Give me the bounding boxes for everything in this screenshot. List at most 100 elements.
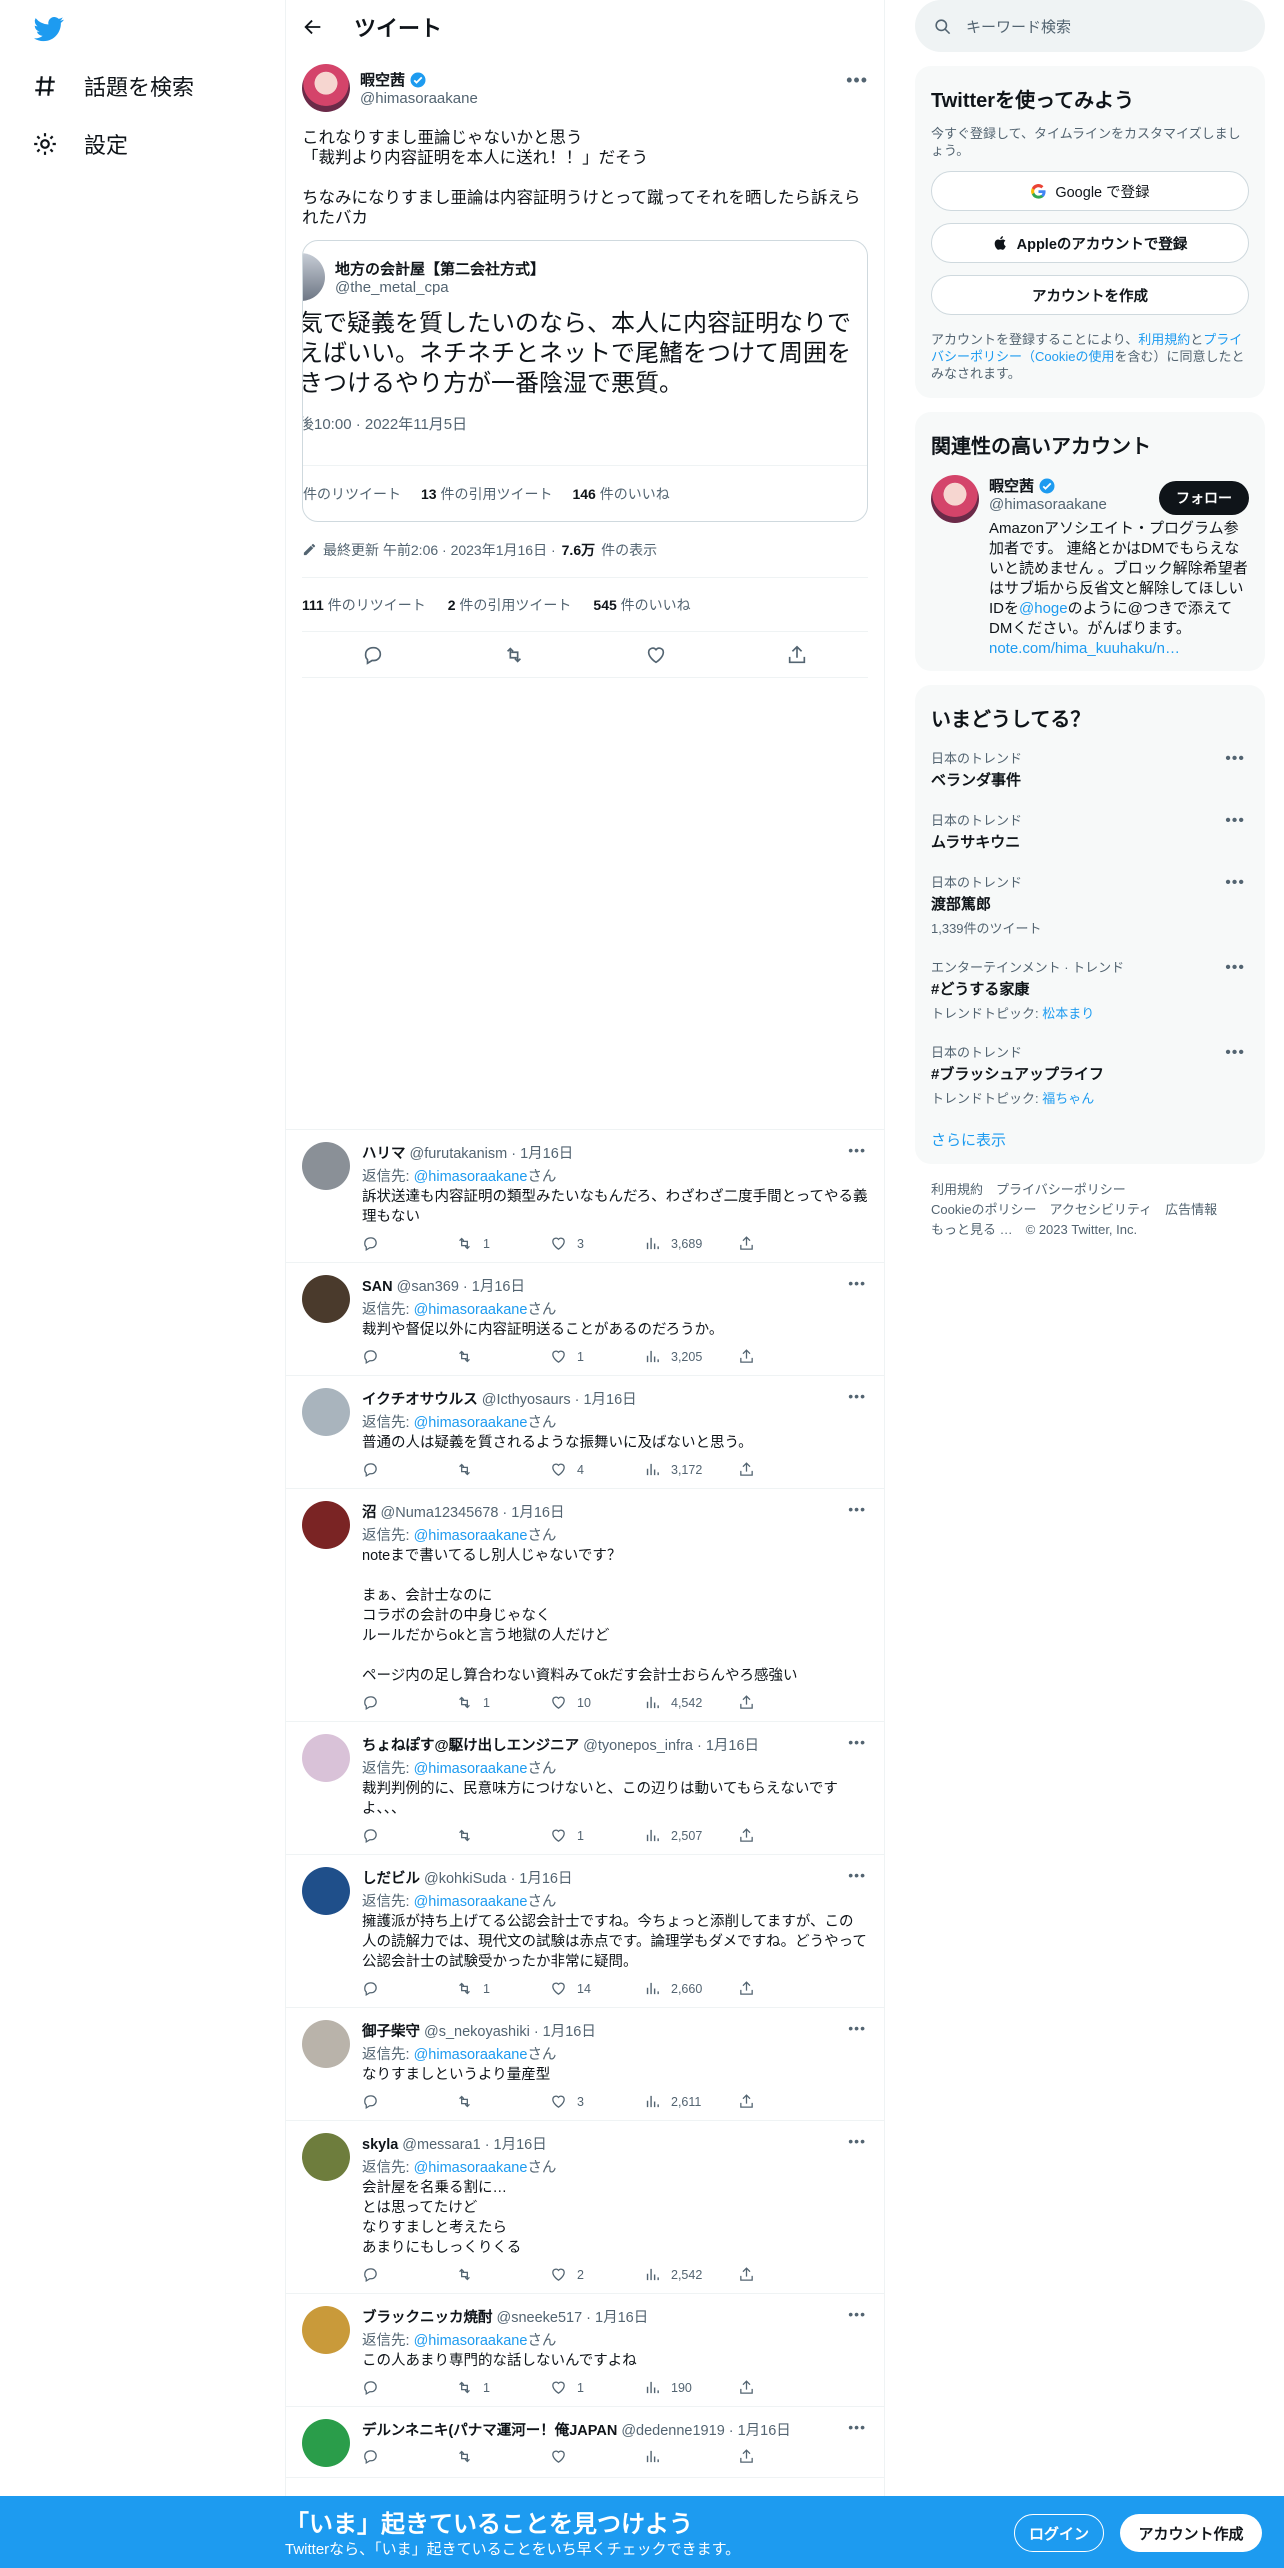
search-input[interactable]: キーワード検索: [966, 16, 1071, 37]
trend-item[interactable]: 日本のトレンド 渡部篤郎 1,339件のツイート •••: [931, 862, 1249, 947]
reply-author-handle[interactable]: @tyonepos_infra: [583, 1738, 693, 1754]
reply-button[interactable]: [362, 1348, 456, 1365]
reply-button[interactable]: [362, 2093, 456, 2110]
reply-to-handle-link[interactable]: @himasoraakane: [414, 2047, 528, 2063]
views-button[interactable]: 2,542: [644, 2266, 738, 2283]
share-button[interactable]: [738, 1348, 832, 1365]
quote-like-count[interactable]: 146 件のいいね: [572, 484, 669, 504]
views-button[interactable]: [644, 2448, 738, 2465]
twitter-logo-icon[interactable]: [32, 14, 66, 44]
reply-author-handle[interactable]: @san369: [397, 1279, 459, 1295]
reply-tweet[interactable]: ブラックニッカ焼酎 @sneeke517 · 1月16日 返信先: @himasoraa…: [286, 2294, 884, 2407]
views-button[interactable]: 4,542: [644, 1694, 738, 1711]
footer-cookie[interactable]: Cookieのポリシー: [931, 1202, 1036, 1217]
login-button[interactable]: ログイン: [1014, 2514, 1104, 2552]
avatar[interactable]: [302, 2020, 350, 2068]
reply-button[interactable]: [362, 1980, 456, 1997]
reply-date[interactable]: 1月16日: [511, 1501, 564, 1522]
more-options-icon[interactable]: •••: [848, 1501, 866, 1517]
reply-author-name[interactable]: デルンネニキ(パナマ運河ー！俺JAPAN: [362, 2419, 617, 2440]
views-button[interactable]: 3,205: [644, 1348, 738, 1365]
reply-to-handle-link[interactable]: @himasoraakane: [414, 1894, 528, 1910]
like-button[interactable]: 2: [550, 2266, 644, 2283]
reply-tweet[interactable]: ハリマ @furutakanism · 1月16日 返信先: @himasoraakan…: [286, 1130, 884, 1263]
trend-item[interactable]: エンターテインメント · トレンド #どうする家康 トレンドトピック: 松本まり ••…: [931, 947, 1249, 1032]
reply-author-handle[interactable]: @kohkiSuda: [424, 1871, 506, 1887]
like-button[interactable]: 14: [550, 1980, 644, 1997]
avatar[interactable]: [302, 1734, 350, 1782]
reply-author-handle[interactable]: @Icthyosaurs: [482, 1392, 571, 1408]
retweet-button[interactable]: 1: [456, 1235, 550, 1252]
quote-tweet-count[interactable]: 2 件の引用ツイート: [448, 595, 572, 615]
more-options-icon[interactable]: •••: [848, 1734, 866, 1750]
retweet-button[interactable]: [456, 1461, 550, 1478]
trend-item[interactable]: 日本のトレンド #ブラッシュアップライフ トレンドトピック: 福ちゃん •••: [931, 1032, 1249, 1117]
retweet-button[interactable]: 1: [456, 1980, 550, 1997]
avatar[interactable]: [302, 2306, 350, 2354]
like-icon[interactable]: [645, 644, 667, 666]
reply-author-name[interactable]: しだビル: [362, 1867, 420, 1888]
signup-button[interactable]: アカウント作成: [1120, 2514, 1262, 2552]
more-options-icon[interactable]: •••: [1225, 874, 1245, 892]
share-button[interactable]: [738, 2093, 832, 2110]
reply-date[interactable]: 1月16日: [494, 2133, 547, 2154]
retweet-icon[interactable]: [503, 644, 525, 666]
retweet-button[interactable]: 1: [456, 2379, 550, 2396]
more-options-icon[interactable]: •••: [848, 2020, 866, 2036]
create-account-button[interactable]: アカウントを作成: [931, 275, 1249, 315]
like-button[interactable]: 10: [550, 1694, 644, 1711]
retweet-button[interactable]: [456, 1827, 550, 1844]
reply-date[interactable]: 1月16日: [595, 2306, 648, 2327]
quote-retweets-label[interactable]: 件のリツイート: [303, 484, 401, 504]
author-handle[interactable]: @himasoraakane: [360, 90, 478, 107]
share-button[interactable]: [738, 1980, 832, 1997]
more-options-icon[interactable]: •••: [848, 1142, 866, 1158]
reply-author-handle[interactable]: @s_nekoyashiki: [424, 2024, 530, 2040]
related-name[interactable]: 暇空茜: [989, 475, 1034, 496]
reply-author-name[interactable]: 沼: [362, 1501, 377, 1522]
avatar[interactable]: [302, 64, 350, 112]
more-options-icon[interactable]: •••: [1225, 1044, 1245, 1062]
reply-to-handle-link[interactable]: @himasoraakane: [414, 1169, 528, 1185]
like-button[interactable]: 1: [550, 2379, 644, 2396]
reply-button[interactable]: [362, 1235, 456, 1252]
share-button[interactable]: [738, 1694, 832, 1711]
trend-item[interactable]: 日本のトレンド ムラサキウニ •••: [931, 800, 1249, 862]
reply-to-handle-link[interactable]: @himasoraakane: [414, 2333, 528, 2349]
terms-link[interactable]: 利用規約: [1138, 332, 1190, 347]
reply-tweet[interactable]: デルンネニキ(パナマ運河ー！俺JAPAN @dedenne1919 · 1月16日 ••…: [286, 2407, 884, 2478]
nav-settings[interactable]: 設定: [32, 124, 128, 164]
reply-author-handle[interactable]: @sneeke517: [497, 2310, 583, 2326]
like-button[interactable]: 3: [550, 2093, 644, 2110]
reply-author-handle[interactable]: @messara1: [402, 2137, 480, 2153]
reply-tweet[interactable]: 沼 @Numa12345678 · 1月16日 返信先: @himasoraakaneさ…: [286, 1489, 884, 1722]
apple-signup-button[interactable]: Appleのアカウントで登録: [931, 223, 1249, 263]
reply-button[interactable]: [362, 1461, 456, 1478]
edited-label[interactable]: 最終更新 午前2:06 · 2023年1月16日 ·: [323, 540, 556, 560]
footer-accessibility[interactable]: アクセシビリティ: [1049, 1202, 1152, 1217]
reply-button[interactable]: [362, 2379, 456, 2396]
bio-mention-link[interactable]: @hoge: [1019, 600, 1068, 617]
reply-date[interactable]: 1月16日: [738, 2419, 791, 2440]
quote-quote-count[interactable]: 13 件の引用ツイート: [421, 484, 552, 504]
retweet-button[interactable]: [456, 2448, 550, 2465]
reply-date[interactable]: 1月16日: [520, 1142, 573, 1163]
google-signup-button[interactable]: Google で登録: [931, 171, 1249, 211]
reply-author-name[interactable]: SAN: [362, 1279, 393, 1295]
like-button[interactable]: 1: [550, 1348, 644, 1365]
reply-tweet[interactable]: 御子柴守 @s_nekoyashiki · 1月16日 返信先: @himasoraak…: [286, 2008, 884, 2121]
reply-icon[interactable]: [362, 644, 384, 666]
reply-date[interactable]: 1月16日: [519, 1867, 572, 1888]
more-options-icon[interactable]: •••: [1225, 812, 1245, 830]
avatar[interactable]: [302, 1867, 350, 1915]
reply-date[interactable]: 1月16日: [706, 1734, 759, 1755]
reply-to-handle-link[interactable]: @himasoraakane: [414, 1415, 528, 1431]
reply-author-name[interactable]: イクチオサウルス: [362, 1388, 478, 1409]
like-count[interactable]: 545 件のいいね: [593, 595, 690, 615]
tweet-author[interactable]: 暇空茜 @himasoraakane: [302, 64, 868, 112]
avatar[interactable]: [302, 2133, 350, 2181]
trend-topic-link[interactable]: 松本まり: [1042, 1006, 1094, 1021]
more-options-icon[interactable]: •••: [848, 2133, 866, 2149]
more-options-icon[interactable]: •••: [848, 1275, 866, 1291]
reply-author-name[interactable]: skyla: [362, 2137, 398, 2153]
